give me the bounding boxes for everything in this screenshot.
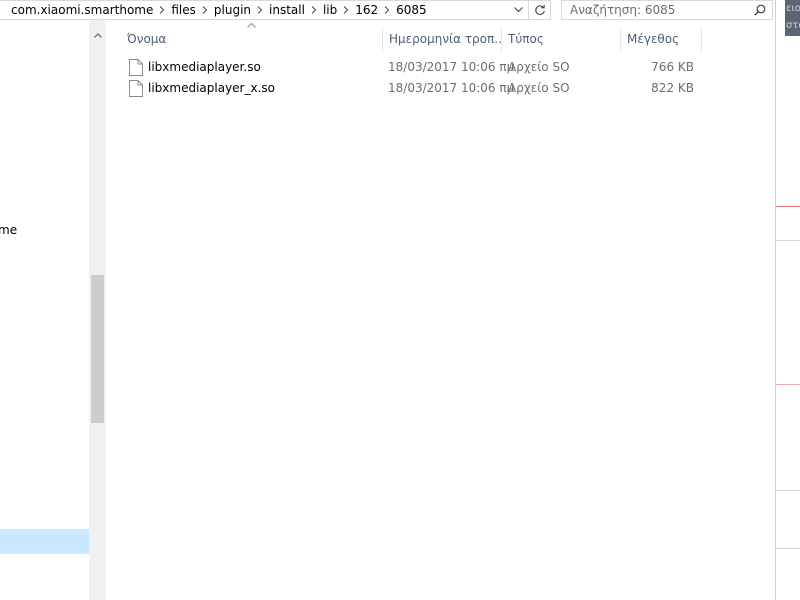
breadcrumb-item-plugin[interactable]: plugin: [211, 3, 254, 17]
breadcrumb-item-162[interactable]: 162: [352, 3, 381, 17]
file-type: Αρχείο SO: [508, 81, 570, 95]
column-header-size[interactable]: Μέγεθος: [621, 28, 701, 52]
chevron-right-icon[interactable]: [308, 1, 320, 19]
breadcrumb-item-files[interactable]: files: [168, 3, 199, 17]
divider: [776, 490, 800, 491]
address-search-row: com.xiaomi.smarthome files plugin instal…: [0, 0, 775, 20]
breadcrumb: com.xiaomi.smarthome files plugin instal…: [8, 1, 430, 19]
background-text-line: ειο: [786, 3, 800, 14]
file-list[interactable]: Όνομα Ημερομηνία τροπ... Τύπος Μέγεθος l…: [106, 20, 775, 600]
divider: [776, 206, 800, 207]
column-header-name[interactable]: Όνομα: [121, 28, 381, 52]
nav-item[interactable]: me: [0, 219, 89, 241]
divider: [776, 240, 800, 241]
nav-item-selected[interactable]: [0, 529, 89, 554]
address-bar[interactable]: com.xiaomi.smarthome files plugin instal…: [0, 0, 529, 20]
search-input[interactable]: [570, 1, 750, 19]
search-icon[interactable]: [754, 4, 766, 16]
file-icon: [129, 80, 143, 97]
file-row[interactable]: libxmediaplayer_x.so 18/03/2017 10:06 πμ…: [123, 78, 703, 99]
file-row[interactable]: libxmediaplayer.so 18/03/2017 10:06 πμ Α…: [123, 57, 703, 78]
chevron-right-icon[interactable]: [340, 1, 352, 19]
column-divider[interactable]: [701, 28, 702, 52]
chevron-right-icon[interactable]: [199, 1, 211, 19]
divider: [776, 384, 800, 385]
background-text-line: στα: [786, 20, 800, 31]
file-name: libxmediaplayer.so: [148, 60, 261, 74]
refresh-icon: [534, 4, 545, 15]
navigation-pane[interactable]: me: [0, 20, 89, 600]
file-date-modified: 18/03/2017 10:06 πμ: [388, 81, 515, 95]
file-type: Αρχείο SO: [508, 60, 570, 74]
column-header-type[interactable]: Τύπος: [502, 28, 620, 52]
breadcrumb-item-6085[interactable]: 6085: [393, 3, 430, 17]
file-name: libxmediaplayer_x.so: [148, 81, 275, 95]
file-size: 822 KB: [651, 81, 694, 95]
chevron-right-icon[interactable]: [381, 1, 393, 19]
breadcrumb-item-install[interactable]: install: [266, 3, 308, 17]
file-size: 766 KB: [651, 60, 694, 74]
divider: [776, 548, 800, 549]
background-window-edge: ειο στα: [775, 0, 800, 600]
breadcrumb-item-com-xiaomi-smarthome[interactable]: com.xiaomi.smarthome: [8, 3, 156, 17]
scroll-up-arrow-icon[interactable]: [89, 27, 106, 43]
search-box[interactable]: [561, 0, 773, 20]
nav-item-label: me: [0, 223, 18, 237]
chevron-right-icon[interactable]: [254, 1, 266, 19]
file-icon: [129, 59, 143, 76]
column-header-date[interactable]: Ημερομηνία τροπ...: [383, 28, 501, 52]
chevron-right-icon[interactable]: [156, 1, 168, 19]
chevron-down-icon[interactable]: [508, 1, 528, 19]
refresh-button[interactable]: [529, 0, 551, 20]
file-date-modified: 18/03/2017 10:06 πμ: [388, 60, 515, 74]
background-window-fragment: ειο στα: [785, 0, 800, 36]
scrollbar-thumb[interactable]: [91, 275, 104, 423]
breadcrumb-item-lib[interactable]: lib: [320, 3, 340, 17]
nav-scrollbar[interactable]: [89, 20, 106, 600]
